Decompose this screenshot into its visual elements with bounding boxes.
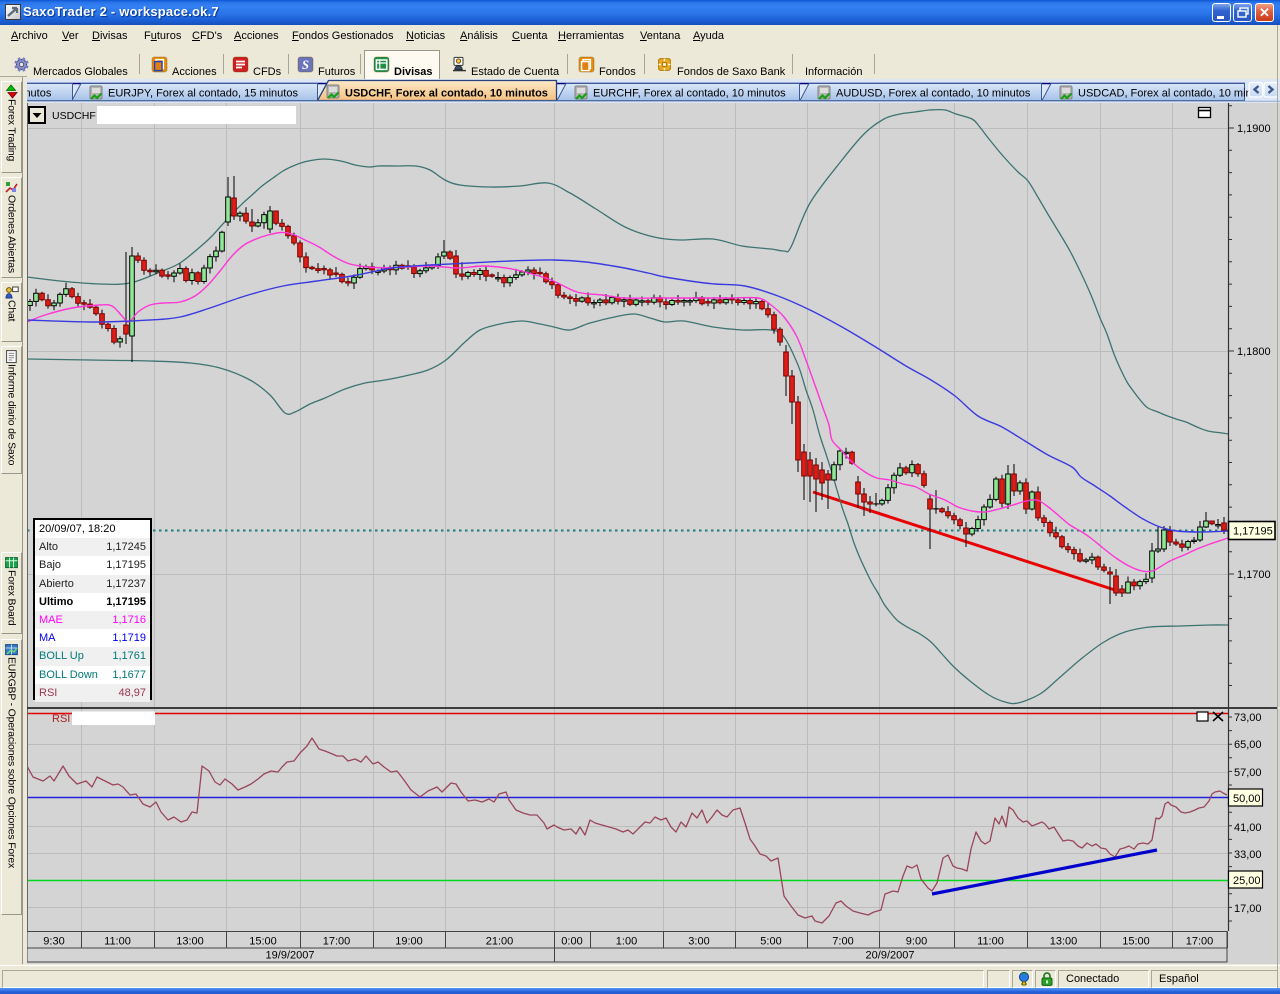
svg-text:11:00: 11:00: [977, 936, 1004, 948]
svg-text:1,1700: 1,1700: [1237, 569, 1271, 581]
svg-text:25,00: 25,00: [1233, 875, 1261, 887]
svg-text:21:00: 21:00: [486, 936, 514, 948]
svg-text:20/9/2007: 20/9/2007: [866, 950, 915, 962]
svg-text:15:00: 15:00: [249, 936, 277, 948]
svg-text:65,00: 65,00: [1234, 739, 1262, 751]
svg-text:33,00: 33,00: [1234, 849, 1262, 861]
svg-text:7:00: 7:00: [832, 936, 853, 948]
svg-text:9:00: 9:00: [906, 936, 927, 948]
svg-text:S: S: [302, 58, 309, 72]
svg-text:50,00: 50,00: [1233, 793, 1261, 805]
svg-text:1:00: 1:00: [616, 936, 637, 948]
svg-text:RSI: RSI: [52, 713, 70, 725]
svg-text:USDCHF, Forex al contado, 10 m: USDCHF, Forex al contado, 10 minutos: [345, 88, 548, 100]
svg-text:USDCAD, Forex al contado, 10 m: USDCAD, Forex al contado, 10 minu: [1078, 88, 1258, 100]
svg-text:0:00: 0:00: [561, 936, 582, 948]
svg-text:15:00: 15:00: [1122, 936, 1150, 948]
svg-text:57,00: 57,00: [1234, 767, 1262, 779]
svg-text:1,1900: 1,1900: [1237, 123, 1271, 135]
svg-text:1,1800: 1,1800: [1237, 346, 1271, 358]
svg-text:13:00: 13:00: [176, 936, 204, 948]
svg-text:17:00: 17:00: [1186, 936, 1214, 948]
svg-text:19:00: 19:00: [395, 936, 423, 948]
svg-text:EURJPY, Forex al contado, 15 m: EURJPY, Forex al contado, 15 minutos: [108, 88, 298, 100]
svg-text:13:00: 13:00: [1050, 936, 1078, 948]
svg-text:17:00: 17:00: [323, 936, 351, 948]
svg-text:5:00: 5:00: [760, 936, 781, 948]
svg-text:9:30: 9:30: [43, 936, 64, 948]
svg-text:17,00: 17,00: [1234, 903, 1262, 915]
svg-text:AUDUSD, Forex al contado, 10 m: AUDUSD, Forex al contado, 10 minutos: [836, 88, 1031, 100]
svg-text:1,17195: 1,17195: [1233, 526, 1273, 538]
svg-text:3:00: 3:00: [688, 936, 709, 948]
svg-text:11:00: 11:00: [104, 936, 131, 948]
svg-text:41,00: 41,00: [1234, 822, 1262, 834]
svg-text:73,00: 73,00: [1234, 712, 1262, 724]
svg-text:19/9/2007: 19/9/2007: [266, 950, 315, 962]
svg-text:EURCHF, Forex al contado, 10 m: EURCHF, Forex al contado, 10 minutos: [593, 88, 786, 100]
